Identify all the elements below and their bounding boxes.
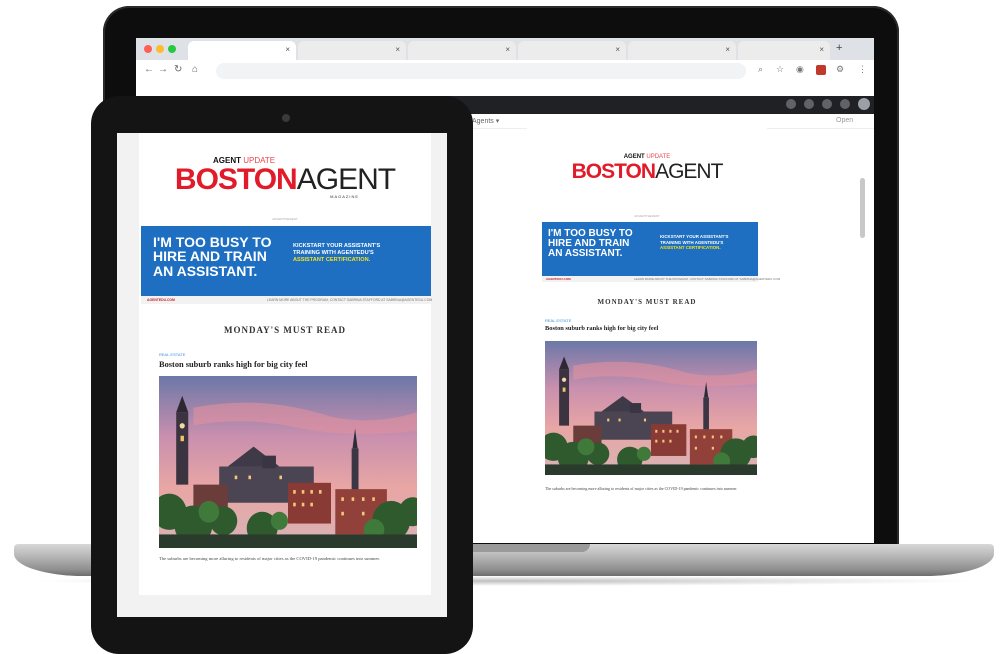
ad-headline: I'M TOO BUSY TO HIRE AND TRAIN AN ASSIST…	[548, 228, 633, 260]
article-headline[interactable]: Boston suburb ranks high for big city fe…	[159, 360, 308, 369]
next-section-strip	[139, 595, 431, 617]
ad-footer: AGENTEDU.COM LEARN MORE ABOUT THE PROGRA…	[141, 296, 433, 304]
zoom-icon[interactable]: ⌕	[758, 64, 763, 75]
newsletter-logo: AGENT UPDATE BOSTONAGENT	[527, 154, 767, 182]
section-title: MONDAY'S MUST READ	[223, 325, 346, 335]
section-title: MONDAY'S MUST READ	[597, 298, 697, 306]
ad-banner[interactable]: I'M TOO BUSY TO HIRE AND TRAIN AN ASSIST…	[542, 222, 758, 276]
avatar[interactable]	[858, 98, 870, 110]
browser-tab-bar: × × × × × × +	[136, 38, 874, 60]
scrollbar[interactable]	[860, 178, 865, 238]
ad-offer-line: KICKSTART YOUR ASSISTANT'S	[293, 243, 381, 249]
reload-button[interactable]: ↻	[174, 64, 182, 75]
notifications-icon[interactable]	[840, 99, 850, 109]
ad-headline-line: AN ASSISTANT.	[153, 262, 258, 279]
home-button[interactable]: ⌂	[192, 64, 198, 75]
article-kicker: REAL ESTATE	[159, 352, 186, 357]
ad-label: ADVERTISEMENT	[634, 214, 660, 218]
browser-tab[interactable]: ×	[628, 41, 736, 60]
url-input[interactable]	[216, 63, 746, 79]
apps-icon[interactable]	[822, 99, 832, 109]
browser-address-bar: ← → ↻ ⌂ ⌕ ☆ ◉ ⚙ ⋮	[136, 60, 874, 83]
close-tab-icon[interactable]: ×	[395, 45, 400, 54]
tablet-camera	[282, 114, 290, 122]
close-tab-icon[interactable]: ×	[819, 45, 824, 54]
maximize-window-icon[interactable]	[168, 45, 176, 53]
account-dropdown[interactable]: Agents ▾	[472, 117, 499, 125]
ad-offer: KICKSTART YOUR ASSISTANT'S TRAINING WITH…	[293, 243, 380, 264]
extension-icon[interactable]: ◉	[796, 64, 804, 75]
ad-brand: AGENTEDU.COM	[147, 298, 175, 302]
browser-tab[interactable]: ×	[738, 41, 830, 60]
ad-footer-text: LEARN MORE ABOUT THE PROGRAM, CONTACT SA…	[634, 277, 781, 281]
logo-main: BOSTONAGENT	[527, 161, 767, 182]
browser-tab[interactable]: ×	[188, 41, 296, 60]
ad-headline-line: I'M TOO BUSY TO	[153, 234, 272, 250]
newsletter-logo: AGENT UPDATE BOSTONAGENT MAGAZINE	[139, 157, 431, 199]
new-tab-button[interactable]: +	[836, 42, 842, 54]
logo-agent-word: AGENT	[655, 160, 723, 183]
forward-button[interactable]: →	[158, 64, 168, 75]
browser-tab[interactable]: ×	[298, 41, 406, 60]
back-button[interactable]: ←	[144, 64, 154, 75]
article-headline[interactable]: Boston suburb ranks high for big city fe…	[545, 325, 658, 332]
ad-offer-line: TRAINING WITH AGENTEDU'S	[293, 249, 374, 256]
logo-boston: BOSTON	[571, 160, 656, 183]
ad-footer-text: LEARN MORE ABOUT THE PROGRAM, CONTACT SA…	[267, 298, 433, 302]
article-photo[interactable]	[539, 341, 765, 475]
article-kicker: REAL ESTATE	[545, 318, 572, 323]
ad-offer: KICKSTART YOUR ASSISTANT'S TRAINING WITH…	[660, 234, 728, 251]
logo-boston: BOSTON	[174, 163, 298, 196]
tablet-screen: AGENT UPDATE BOSTONAGENT MAGAZINE ADVERT…	[117, 133, 447, 617]
close-tab-icon[interactable]: ×	[725, 45, 730, 54]
ad-headline: I'M TOO BUSY TO HIRE AND TRAIN AN ASSIST…	[153, 235, 271, 278]
ad-offer-highlight: ASSISTANT CERTIFICATION.	[660, 245, 721, 250]
open-button[interactable]: Open	[836, 117, 853, 124]
tablet-email-body: AGENT UPDATE BOSTONAGENT MAGAZINE ADVERT…	[139, 133, 433, 617]
help-icon[interactable]	[786, 99, 796, 109]
browser-tab[interactable]: ×	[518, 41, 626, 60]
ad-offer-line: KICKSTART YOUR ASSISTANT'S	[660, 234, 729, 239]
profile-icon[interactable]	[816, 65, 826, 75]
settings-icon[interactable]	[804, 99, 814, 109]
ad-headline-line: HIRE AND TRAIN	[153, 248, 267, 265]
laptop-email-body: AGENT UPDATE BOSTONAGENT ADVERTISEMENT I…	[527, 128, 780, 520]
close-tab-icon[interactable]: ×	[505, 45, 510, 54]
browser-tab[interactable]: ×	[408, 41, 516, 60]
ad-footer: AGENTEDU.COM LEARN MORE ABOUT THE PROGRA…	[542, 276, 780, 282]
article-caption: The suburbs are becoming more alluring t…	[545, 486, 738, 491]
logo-agent-word: AGENT	[296, 163, 396, 196]
article-caption: The suburbs are becoming more alluring t…	[159, 556, 380, 561]
ad-brand: AGENTEDU.COM	[546, 277, 571, 281]
close-window-icon[interactable]	[144, 45, 152, 53]
menu-icon[interactable]: ⋮	[858, 64, 867, 75]
logo-main: BOSTONAGENT	[139, 165, 431, 195]
close-tab-icon[interactable]: ×	[615, 45, 620, 54]
ad-offer-highlight: ASSISTANT CERTIFICATION.	[293, 256, 371, 263]
close-tab-icon[interactable]: ×	[285, 45, 290, 54]
settings-icon[interactable]: ⚙	[836, 64, 844, 75]
article-photo[interactable]	[152, 376, 427, 548]
ad-banner[interactable]: I'M TOO BUSY TO HIRE AND TRAIN AN ASSIST…	[141, 226, 431, 296]
ad-headline-line: AN ASSISTANT.	[548, 248, 623, 260]
ad-label: ADVERTISEMENT	[272, 217, 298, 221]
bookmarks-bar	[136, 82, 874, 94]
star-icon[interactable]: ☆	[776, 64, 784, 75]
minimize-window-icon[interactable]	[156, 45, 164, 53]
